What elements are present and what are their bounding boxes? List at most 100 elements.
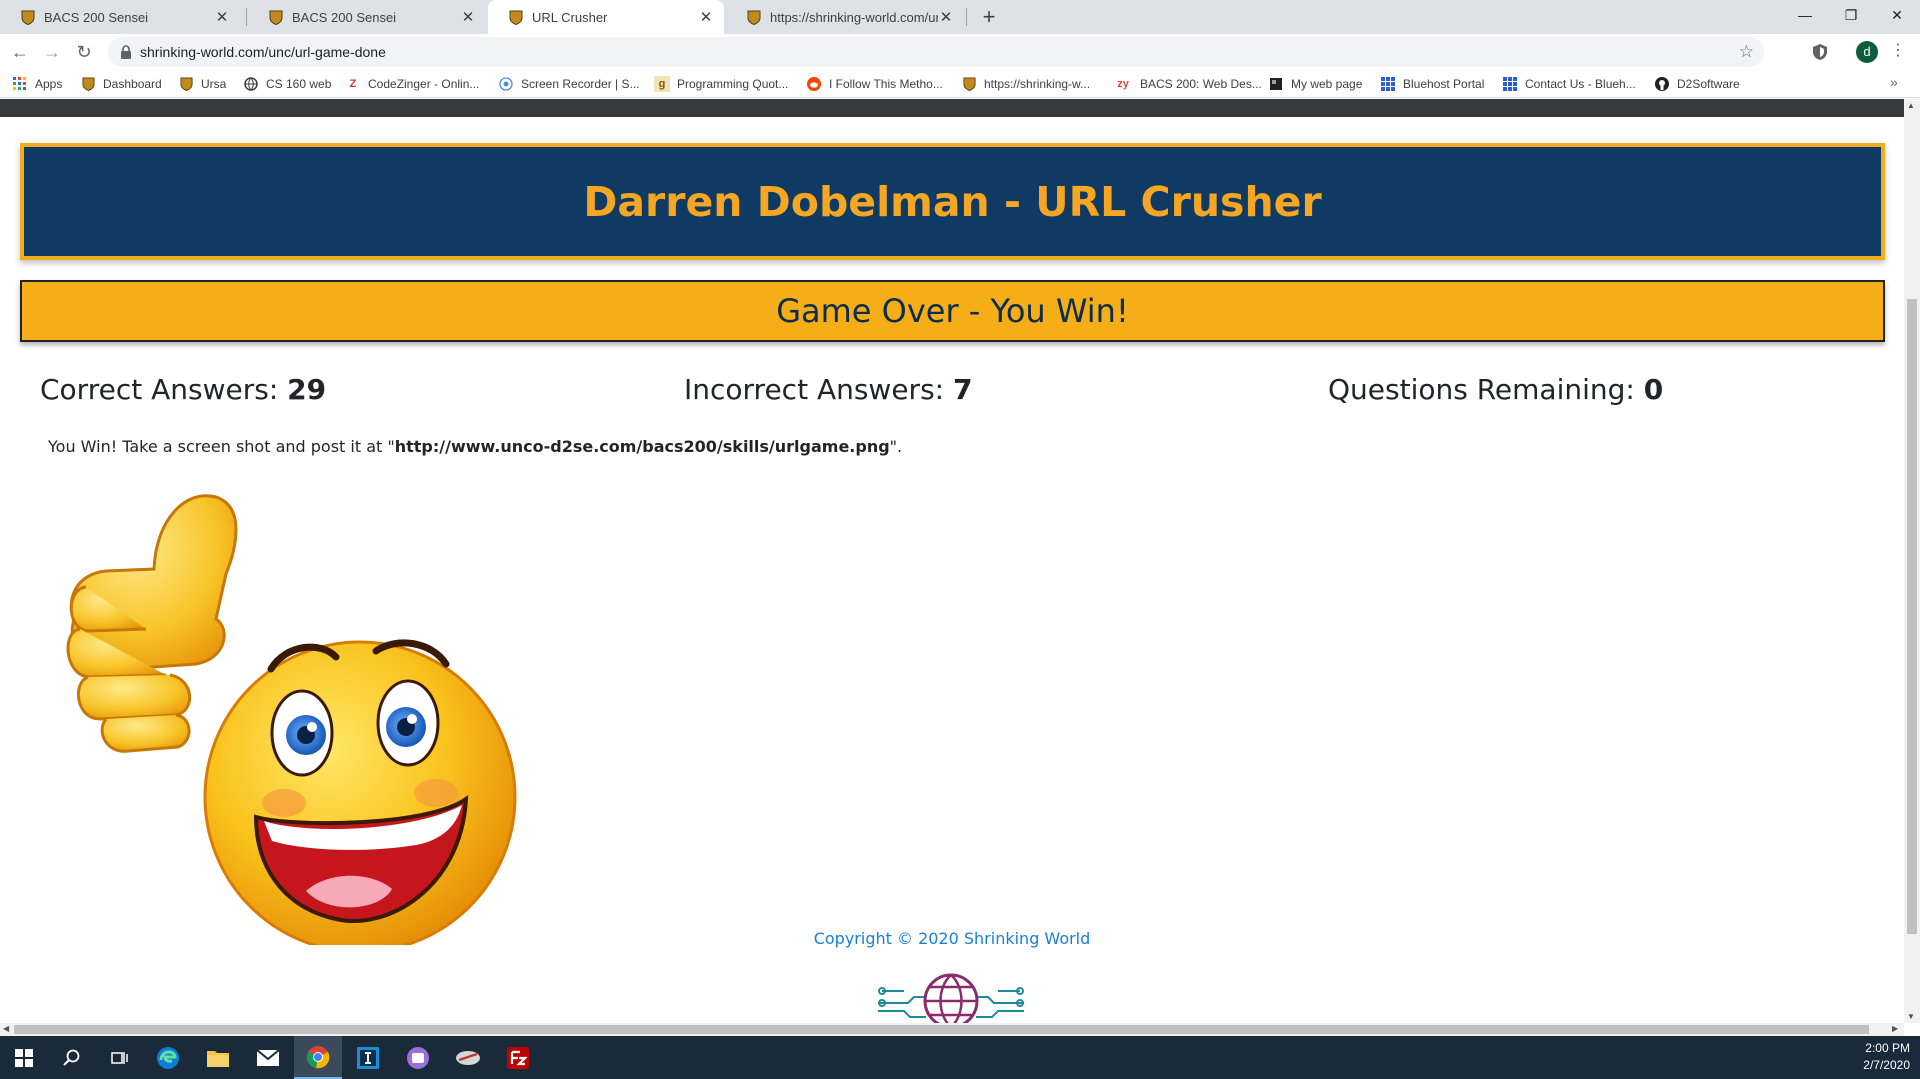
- restore-button[interactable]: ❐: [1828, 0, 1874, 30]
- close-icon[interactable]: ✕: [698, 8, 714, 26]
- close-icon[interactable]: ✕: [214, 8, 230, 26]
- bookmark-contact-bluehost[interactable]: Contact Us - Blueh...: [1502, 75, 1636, 93]
- back-button[interactable]: ←: [6, 38, 34, 66]
- bookmark-label: Contact Us - Blueh...: [1525, 77, 1636, 91]
- shield-extension-icon[interactable]: [1810, 42, 1830, 62]
- bookmark-cs160[interactable]: CS 160 web: [243, 75, 331, 93]
- windows-taskbar: 2:00 PM 2/7/2020: [0, 1036, 1920, 1079]
- new-tab-button[interactable]: +: [976, 4, 1002, 30]
- bookmark-reddit[interactable]: I Follow This Metho...: [806, 75, 943, 93]
- tab-bacs-sensei-1[interactable]: BACS 200 Sensei ✕: [0, 0, 240, 34]
- bookmarks-overflow-icon[interactable]: »: [1890, 74, 1898, 90]
- scroll-right-icon[interactable]: ▶: [1892, 1024, 1898, 1033]
- result-banner: Game Over - You Win!: [20, 280, 1885, 342]
- reddit-icon: [806, 76, 822, 92]
- bookmark-apps[interactable]: Apps: [12, 75, 62, 93]
- system-clock[interactable]: 2:00 PM 2/7/2020: [1863, 1040, 1910, 1074]
- bookmark-codezinger[interactable]: Z CodeZinger - Onlin...: [345, 75, 480, 93]
- tab-url-crusher[interactable]: URL Crusher ✕: [488, 0, 724, 34]
- bookmark-screen-recorder[interactable]: Screen Recorder | S...: [498, 75, 640, 93]
- close-icon[interactable]: ✕: [460, 8, 476, 26]
- bookmark-label: BACS 200: Web Des...: [1140, 77, 1262, 91]
- vertical-scrollbar[interactable]: ▲ ▼: [1904, 99, 1920, 1023]
- globe-icon: [243, 76, 259, 92]
- forward-button[interactable]: →: [38, 38, 66, 66]
- browser-toolbar: ← → ↻ ☆ d ⋮: [0, 34, 1920, 70]
- reload-button[interactable]: ↻: [70, 38, 98, 66]
- tab-bacs-sensei-2[interactable]: BACS 200 Sensei ✕: [248, 0, 486, 34]
- windows-start-icon[interactable]: [0, 1036, 48, 1079]
- codezinger-icon: Z: [349, 78, 357, 90]
- scroll-left-icon[interactable]: ◀: [3, 1024, 9, 1033]
- bear-shield-icon: [20, 9, 36, 25]
- bear-shield-icon: [746, 9, 762, 25]
- address-bar[interactable]: ☆: [108, 37, 1764, 67]
- horizontal-scroll-thumb[interactable]: [14, 1025, 1869, 1034]
- bookmark-bacs200-zybooks[interactable]: zy BACS 200: Web Des...: [1113, 75, 1262, 93]
- correct-answers-stat: Correct Answers: 29: [40, 373, 326, 406]
- horizontal-scrollbar[interactable]: ◀ ▶: [0, 1023, 1904, 1036]
- bookmark-programming-quotes[interactable]: g Programming Quot...: [654, 75, 788, 93]
- clock-time: 2:00 PM: [1865, 1041, 1910, 1055]
- clock-date: 2/7/2020: [1863, 1058, 1910, 1072]
- bookmark-ursa[interactable]: Ursa: [178, 75, 226, 93]
- bookmark-bluehost-portal[interactable]: Bluehost Portal: [1380, 75, 1484, 93]
- tab-title: URL Crusher: [532, 9, 608, 25]
- bookmark-star-icon[interactable]: ☆: [1739, 42, 1754, 62]
- scroll-up-icon[interactable]: ▲: [1907, 101, 1915, 110]
- code-editor-icon[interactable]: [344, 1036, 392, 1079]
- bear-shield-icon: [268, 9, 284, 25]
- chrome-icon[interactable]: [294, 1036, 342, 1079]
- close-icon[interactable]: ✕: [938, 8, 954, 26]
- task-view-icon[interactable]: [96, 1036, 144, 1079]
- apps-grid-icon: [12, 76, 28, 92]
- tab-divider: [246, 8, 247, 26]
- bookmark-my-web-page[interactable]: My web page: [1268, 75, 1362, 93]
- page-icon: [1268, 76, 1284, 92]
- menu-icon[interactable]: ⋮: [1890, 40, 1906, 60]
- g-icon: g: [654, 76, 670, 92]
- github-icon: [1654, 76, 1670, 92]
- screenshot-url: http://www.unco-d2se.com/bacs200/skills/…: [394, 437, 890, 456]
- file-explorer-icon[interactable]: [194, 1036, 242, 1079]
- questions-remaining-stat: Questions Remaining: 0: [1328, 373, 1663, 406]
- lock-icon: [121, 45, 131, 59]
- bluehost-icon: [1380, 76, 1396, 92]
- mail-icon[interactable]: [244, 1036, 292, 1079]
- screen-recorder-app-icon[interactable]: [394, 1036, 442, 1079]
- bookmark-label: Ursa: [201, 77, 227, 91]
- bear-shield-icon: [508, 9, 524, 25]
- copyright-link[interactable]: Copyright © 2020 Shrinking World: [0, 929, 1904, 948]
- filezilla-icon[interactable]: [494, 1036, 542, 1079]
- bookmarks-bar: Apps Dashboard Ursa CS 160 web Z CodeZin…: [0, 70, 1920, 98]
- tab-title: BACS 200 Sensei: [292, 9, 397, 25]
- win-message: You Win! Take a screen shot and post it …: [48, 437, 902, 456]
- message-suffix: ".: [889, 437, 903, 456]
- bookmark-label: My web page: [1291, 77, 1363, 91]
- minimize-button[interactable]: —: [1782, 0, 1828, 30]
- record-icon: [498, 76, 514, 92]
- bookmark-label: https://shrinking-w...: [984, 77, 1091, 91]
- bookmark-shrinking-world[interactable]: https://shrinking-w...: [961, 75, 1090, 93]
- bookmark-label: Dashboard: [103, 77, 162, 91]
- scroll-down-icon[interactable]: ▼: [1907, 1012, 1915, 1021]
- bookmark-label: CS 160 web: [266, 77, 332, 91]
- message-prefix: You Win! Take a screen shot and post it …: [48, 437, 395, 456]
- shrinking-world-logo-icon: [878, 973, 1024, 1023]
- bookmark-d2software[interactable]: D2Software: [1654, 75, 1740, 93]
- tab-shrinking-world[interactable]: https://shrinking-world.com/unc ✕: [726, 0, 964, 34]
- site-navbar: [0, 99, 1904, 117]
- tab-divider: [966, 8, 967, 26]
- search-icon[interactable]: [48, 1036, 96, 1079]
- window-close-button[interactable]: ✕: [1874, 0, 1920, 30]
- edge-browser-icon[interactable]: [144, 1036, 192, 1079]
- profile-avatar[interactable]: d: [1856, 41, 1878, 63]
- incorrect-answers-value: 7: [953, 373, 973, 406]
- vertical-scroll-thumb[interactable]: [1907, 299, 1917, 934]
- snipping-tool-icon[interactable]: [444, 1036, 492, 1079]
- questions-remaining-value: 0: [1643, 373, 1664, 406]
- stat-label: Questions Remaining:: [1328, 373, 1635, 406]
- tab-title: https://shrinking-world.com/unc: [770, 9, 938, 25]
- bookmark-dashboard[interactable]: Dashboard: [80, 75, 162, 93]
- url-input[interactable]: [140, 37, 1700, 67]
